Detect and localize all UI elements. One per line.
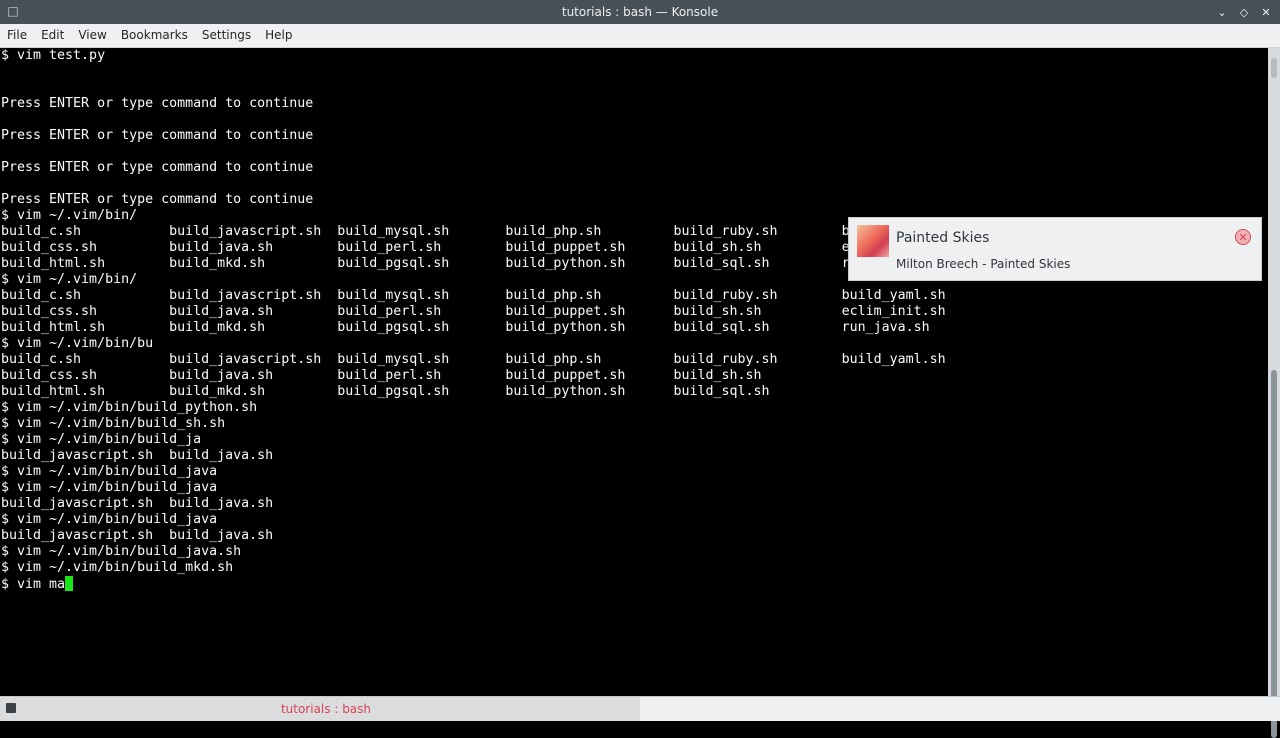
terminal-scrollbar[interactable]	[1268, 48, 1280, 738]
terminal-line: $ vim ~/.vim/bin/	[1, 272, 138, 287]
tab-label[interactable]: tutorials : bash	[0, 697, 652, 721]
notification-title: Painted Skies	[896, 230, 990, 246]
window-title: tutorials : bash — Konsole	[561, 5, 719, 19]
scrollbar-top-marker	[1271, 58, 1277, 78]
menu-help[interactable]: Help	[258, 24, 299, 47]
terminal-line: $ vim ~/.vim/bin/build_java.sh	[1, 544, 242, 559]
terminal-line: build_css.sh build_java.sh build_perl.sh…	[1, 240, 946, 255]
scrollbar-thumb[interactable]	[1271, 370, 1277, 738]
menu-edit[interactable]: Edit	[34, 24, 71, 47]
media-notification[interactable]: Painted Skies Milton Breech - Painted Sk…	[848, 217, 1262, 281]
menu-settings[interactable]: Settings	[195, 24, 258, 47]
terminal-view[interactable]: $ vim test.py Press ENTER or type command…	[0, 48, 1268, 696]
menu-file[interactable]: File	[0, 24, 34, 47]
restore-icon[interactable]: ◇	[1236, 4, 1252, 20]
text-cursor	[65, 576, 74, 591]
terminal-line: build_html.sh build_mkd.sh build_pgsql.s…	[1, 384, 770, 399]
terminal-line: Press ENTER or type command to continue	[1, 128, 314, 143]
window-titlebar[interactable]: □ tutorials : bash — Konsole ⌄ ◇ ✕	[0, 0, 1280, 24]
menu-bookmarks[interactable]: Bookmarks	[114, 24, 195, 47]
close-icon[interactable]: ✕	[1258, 4, 1274, 20]
terminal-line: build_css.sh build_java.sh build_perl.sh…	[1, 304, 946, 319]
minimize-icon[interactable]: ⌄	[1214, 4, 1230, 20]
terminal-line: $ vim test.py	[1, 48, 106, 63]
terminal-output: $ vim test.py Press ENTER or type command…	[1, 48, 946, 592]
album-art-icon	[857, 225, 889, 257]
menubar: File Edit View Bookmarks Settings Help	[0, 24, 1280, 48]
terminal-line: $ vim ~/.vim/bin/build_ja	[1, 432, 202, 447]
tab-bar: tutorials : bash	[0, 696, 1280, 721]
terminal-line: Press ENTER or type command to continue	[1, 160, 314, 175]
terminal-line: build_c.sh build_javascript.sh build_mys…	[1, 288, 946, 303]
terminal-line: $ vim ~/.vim/bin/build_java	[1, 512, 218, 527]
menu-view[interactable]: View	[71, 24, 113, 47]
terminal-line: build_html.sh build_mkd.sh build_pgsql.s…	[1, 256, 930, 271]
terminal-line: $ vim ~/.vim/bin/bu	[1, 336, 154, 351]
terminal-line: build_javascript.sh build_java.sh	[1, 496, 274, 511]
notification-body: Milton Breech - Painted Skies	[896, 257, 1071, 271]
terminal-line: Press ENTER or type command to continue	[1, 192, 314, 207]
terminal-line: $ vim ~/.vim/bin/build_mkd.sh	[1, 560, 234, 575]
terminal-line: build_javascript.sh build_java.sh	[1, 448, 274, 463]
terminal-line: build_c.sh build_javascript.sh build_mys…	[1, 224, 946, 239]
terminal-line: build_c.sh build_javascript.sh build_mys…	[1, 352, 946, 367]
prompt-text: $ vim ma	[1, 577, 66, 592]
terminal-line: $ vim ~/.vim/bin/	[1, 208, 138, 223]
terminal-line: build_css.sh build_java.sh build_perl.sh…	[1, 368, 762, 383]
close-circle-icon[interactable]: ✕	[1235, 229, 1251, 245]
terminal-line: $ vim ~/.vim/bin/build_java	[1, 480, 218, 495]
terminal-line: Press ENTER or type command to continue	[1, 96, 314, 111]
terminal-line: build_html.sh build_mkd.sh build_pgsql.s…	[1, 320, 930, 335]
terminal-line: $ vim ~/.vim/bin/build_sh.sh	[1, 416, 226, 431]
window-controls: ⌄ ◇ ✕	[1214, 0, 1274, 24]
terminal-line: $ vim ~/.vim/bin/build_java	[1, 464, 218, 479]
terminal-line: build_javascript.sh build_java.sh	[1, 528, 274, 543]
terminal-line: $ vim ~/.vim/bin/build_python.sh	[1, 400, 258, 415]
terminal-prompt-line[interactable]: $ vim ma	[1, 576, 946, 592]
